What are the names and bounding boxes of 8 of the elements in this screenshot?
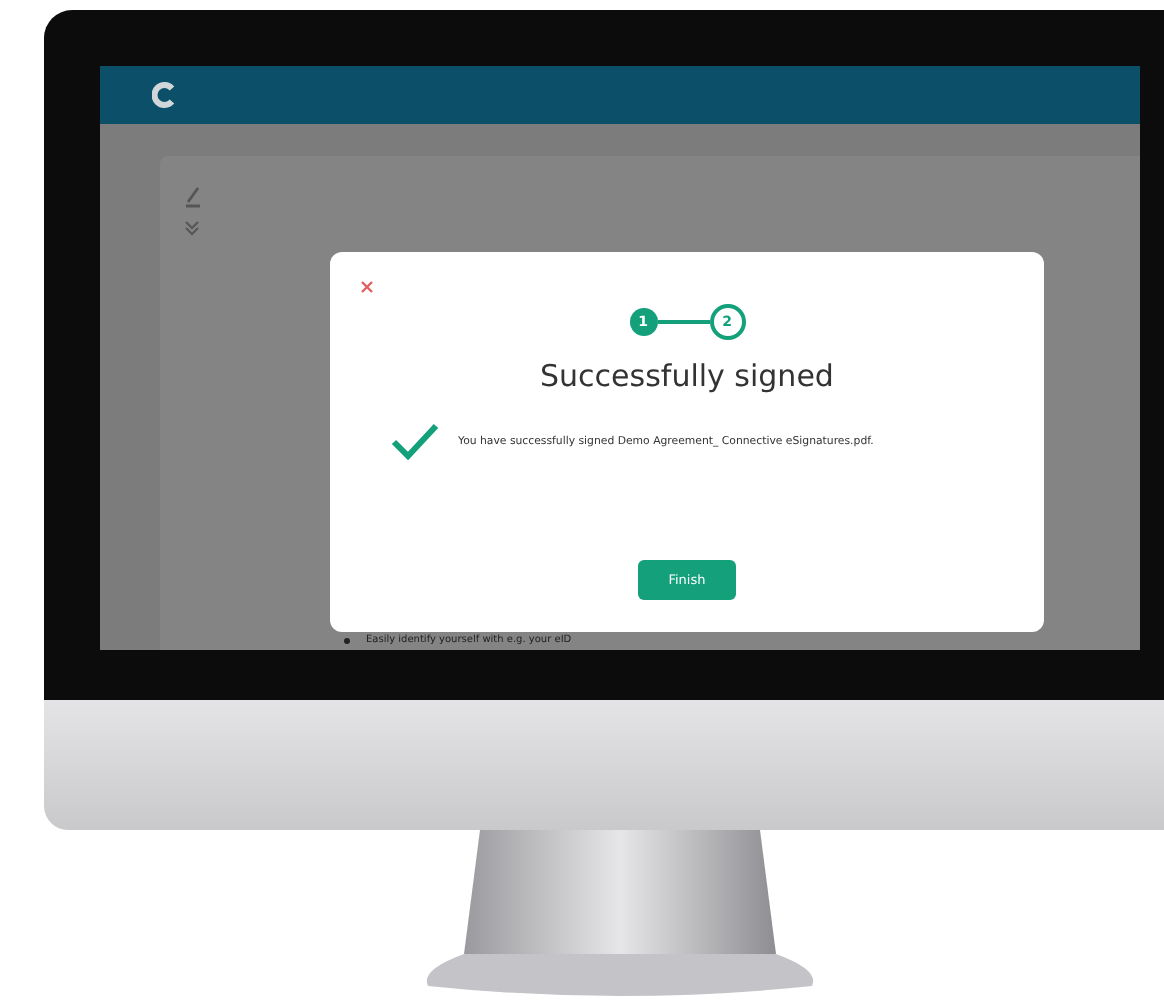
dialog-title: Successfully signed [540,358,834,394]
bullet-icon [344,637,350,643]
pen-icon [184,184,204,208]
close-icon[interactable] [360,280,374,294]
chevron-down-icon [184,220,200,236]
app-logo-icon [152,82,176,108]
step-connector [657,320,709,324]
checkmark-icon [390,422,440,460]
